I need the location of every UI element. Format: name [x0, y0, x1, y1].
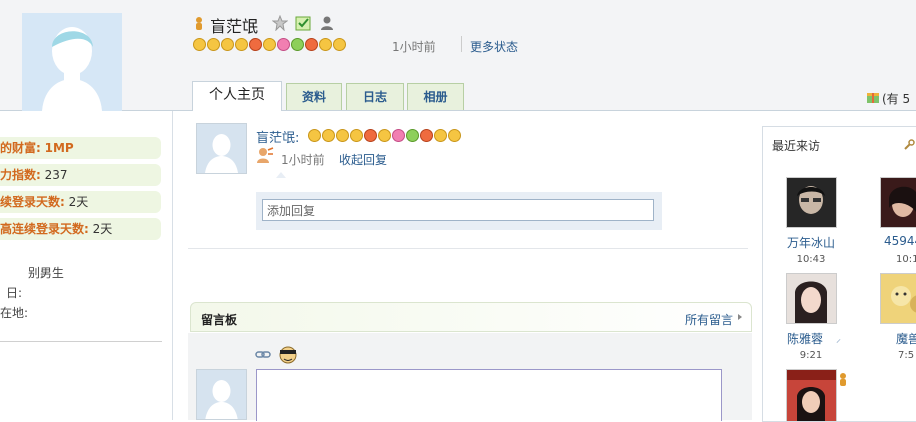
online-status-icon	[838, 372, 848, 389]
emoticon-icon	[221, 38, 234, 51]
link-icon[interactable]	[255, 348, 271, 363]
mood-icon	[256, 147, 274, 166]
divider	[188, 248, 748, 249]
emoticon-icon	[263, 38, 276, 51]
user-name: 盲茫氓	[210, 17, 259, 36]
emoticon-icon	[277, 38, 290, 51]
stat-value: 1MP	[44, 141, 74, 155]
info-label: 别:	[27, 266, 44, 280]
info-value: 男生	[39, 266, 64, 280]
stat-label: 续登录天数:	[0, 195, 65, 209]
emoticon-icon	[420, 129, 433, 142]
star-icon[interactable]	[271, 14, 289, 34]
feed-time: 1小时前	[281, 153, 325, 167]
visitor-name[interactable]: 魔兽	[896, 330, 916, 347]
tab-album[interactable]: 相册	[407, 83, 464, 110]
more-status-link[interactable]: 更多状态	[470, 38, 518, 55]
status-time: 1小时前	[392, 40, 436, 54]
wrench-icon[interactable]	[903, 139, 915, 154]
emoticon-icon	[319, 38, 332, 51]
info-birthday: 日:	[0, 284, 22, 301]
signal-icon: ⸝	[836, 334, 841, 345]
visitor-photo[interactable]	[786, 177, 837, 228]
emoticon-icon	[322, 129, 335, 142]
online-status-icon	[194, 16, 204, 33]
recent-visitors-title: 最近来访	[772, 139, 821, 153]
friend-icon[interactable]	[319, 15, 335, 34]
stat-login-days: 续登录天数: 2天	[0, 191, 161, 213]
visitor-time: 9:21	[799, 350, 823, 361]
visitor-time: 10:1	[896, 254, 916, 265]
chevron-right-icon	[738, 314, 742, 320]
message-board-header	[190, 302, 752, 332]
visitor-name[interactable]: 万年冰山	[778, 234, 844, 251]
emoticon-icon	[308, 129, 321, 142]
info-location: 在地:	[0, 304, 28, 321]
visitor-name[interactable]: 陈雅蓉	[778, 330, 832, 347]
emoticon-icon	[350, 129, 363, 142]
emoticon-icon	[249, 38, 262, 51]
info-label: 日:	[5, 286, 22, 300]
emoticon-icon	[392, 129, 405, 142]
emoticon-icon	[333, 38, 346, 51]
profile-avatar[interactable]	[22, 13, 122, 111]
info-gender: 别: 男生	[0, 264, 64, 281]
visitor-photo[interactable]	[786, 369, 837, 421]
emoticon-icon	[291, 38, 304, 51]
tab-blog[interactable]: 日志	[346, 83, 404, 110]
stat-charm: 力指数: 237	[0, 164, 161, 186]
emoticon-icon	[235, 38, 248, 51]
emoticon-icon	[207, 38, 220, 51]
visitor-photo[interactable]	[880, 177, 916, 228]
visitor-name[interactable]: 45944	[884, 234, 916, 248]
tab-home[interactable]: 个人主页	[192, 81, 282, 111]
emoticon-icon	[336, 129, 349, 142]
info-label: 在地:	[0, 306, 29, 320]
emoticon-icon	[406, 129, 419, 142]
top-right-count[interactable]: (有 5	[882, 90, 910, 107]
feed-avatar[interactable]	[196, 123, 247, 174]
status-emoticons	[193, 37, 347, 51]
emoticon-icon	[364, 129, 377, 142]
emoticon-icon	[305, 38, 318, 51]
emoticon-icon	[193, 38, 206, 51]
verified-icon[interactable]	[295, 15, 311, 34]
stat-value: 237	[44, 168, 68, 182]
all-messages-link[interactable]: 所有留言	[685, 311, 733, 328]
reply-input[interactable]: 添加回复	[262, 199, 654, 221]
stat-label: 高连续登录天数:	[0, 222, 89, 236]
visitor-photo[interactable]	[786, 273, 837, 324]
emoticon-icon	[434, 129, 447, 142]
visitor-photo[interactable]	[880, 273, 916, 324]
tab-profile[interactable]: 资料	[286, 83, 342, 110]
emoticon-picker-icon[interactable]	[277, 344, 299, 367]
stat-wealth: 的财富: 1MP	[0, 137, 161, 159]
message-textarea[interactable]	[256, 369, 722, 421]
stat-label: 力指数:	[0, 168, 41, 182]
stat-value: 2天	[92, 222, 113, 236]
stat-value: 2天	[68, 195, 89, 209]
visitor-time: 7:5	[898, 350, 915, 361]
message-board-title: 留言板	[201, 313, 238, 327]
column-divider	[172, 111, 173, 420]
emoticon-icon	[448, 129, 461, 142]
commenter-avatar[interactable]	[196, 369, 247, 420]
emoticon-icon	[378, 129, 391, 142]
stat-label: 的财富:	[0, 141, 41, 155]
reply-arrow	[276, 172, 286, 178]
feed-emoticons	[308, 128, 462, 142]
divider	[0, 341, 162, 342]
gift-icon[interactable]	[866, 90, 880, 107]
feed-author[interactable]: 盲茫氓:	[256, 127, 299, 146]
divider	[461, 36, 462, 52]
visitor-time: 10:43	[796, 254, 826, 265]
collapse-reply-link[interactable]: 收起回复	[339, 151, 387, 168]
stat-max-login-days: 高连续登录天数: 2天	[0, 218, 161, 240]
